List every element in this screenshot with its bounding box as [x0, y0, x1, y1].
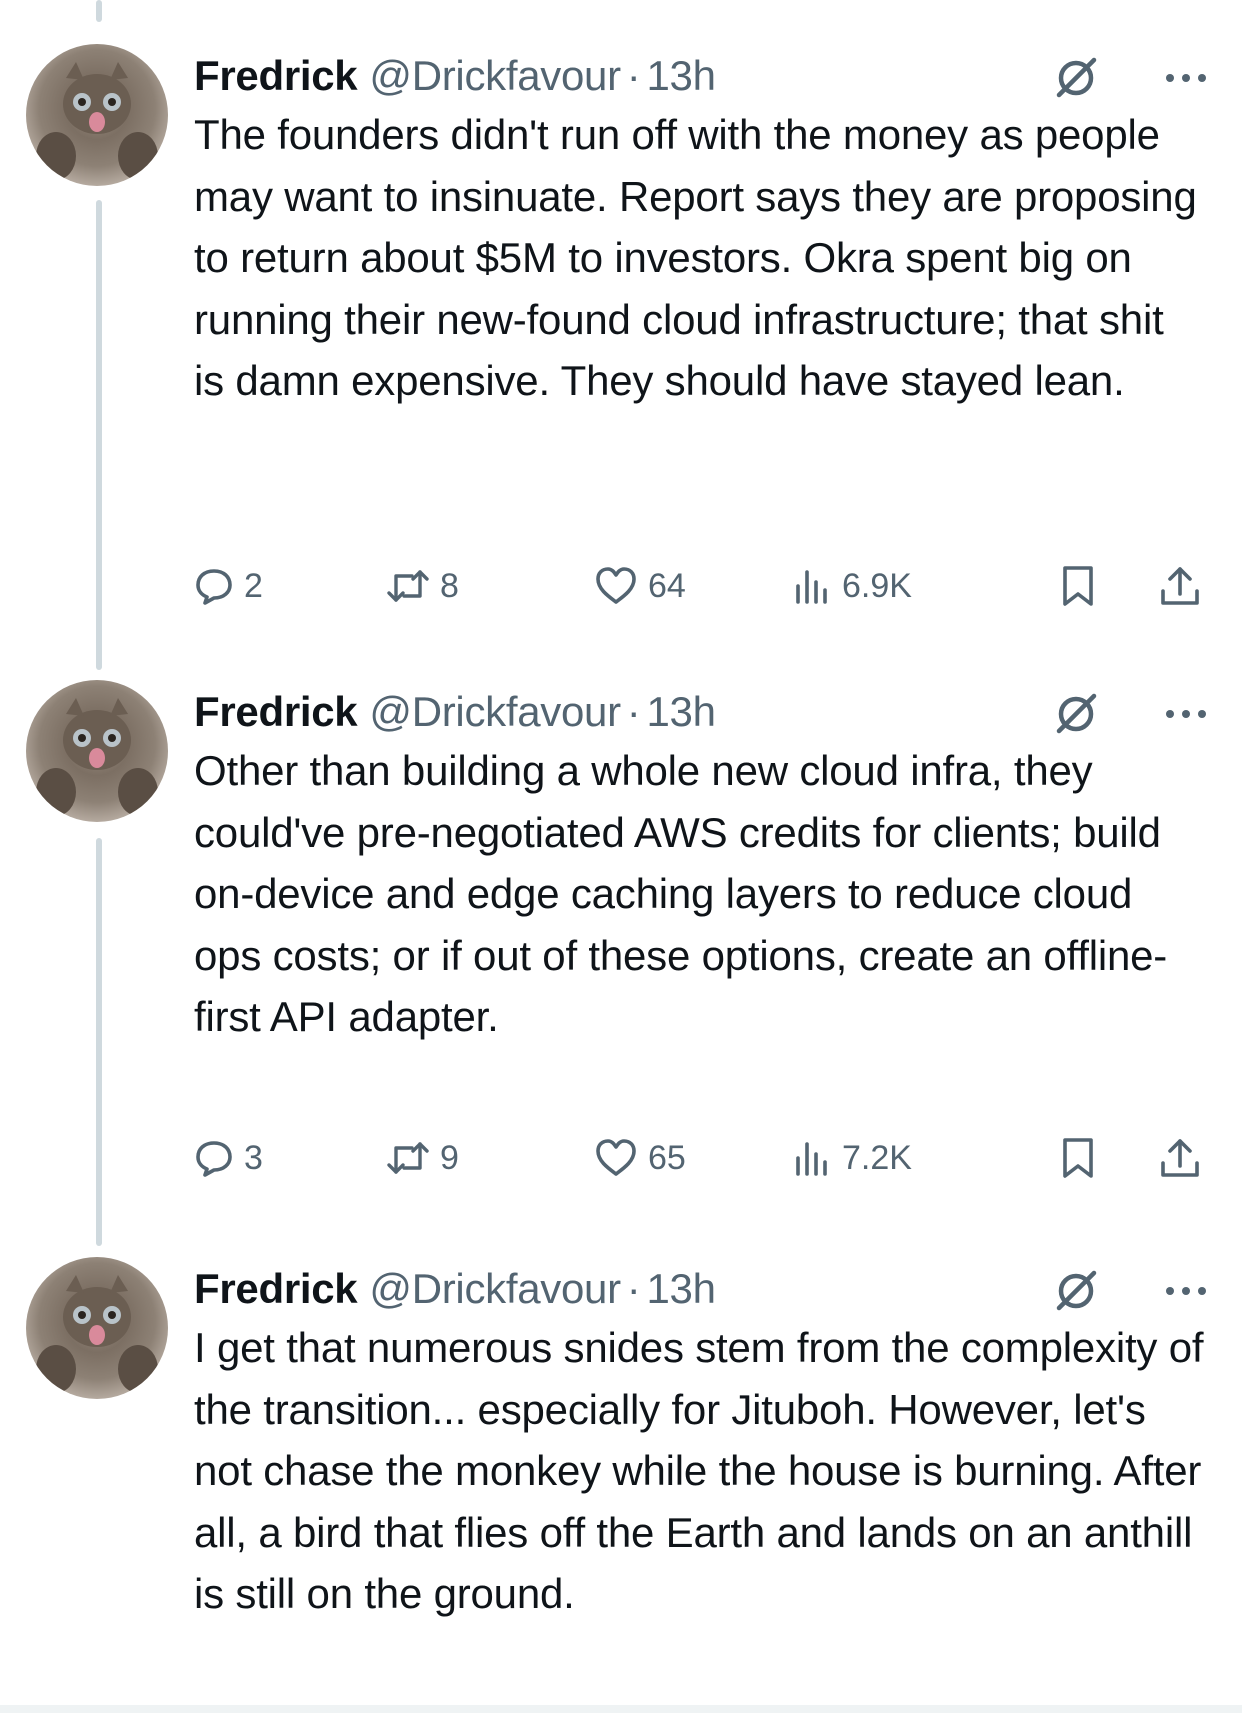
bottom-divider: [0, 1705, 1242, 1713]
heart-icon: [596, 1139, 636, 1176]
header-separator: ·: [626, 688, 641, 735]
tweet-timestamp[interactable]: 13h: [646, 1265, 715, 1313]
tweet-text: The founders didn't run off with the mon…: [194, 111, 1197, 404]
share-icon: [1161, 1139, 1199, 1177]
bookmark-button[interactable]: [1058, 1128, 1098, 1188]
views-count: 6.9K: [842, 566, 912, 605]
author-handle[interactable]: @Drickfavour: [369, 688, 621, 736]
tweet[interactable]: Fredrick @Drickfavour · 13h Other than b…: [0, 680, 1242, 1200]
views-count: 7.2K: [842, 1138, 912, 1177]
tweet-timestamp[interactable]: 13h: [646, 52, 715, 100]
heart-icon: [596, 567, 636, 604]
tweet-text: Other than building a whole new cloud in…: [194, 747, 1168, 1040]
more-options-icon[interactable]: [1156, 52, 1216, 104]
bookmark-button[interactable]: [1058, 556, 1098, 616]
tweet-header: Fredrick @Drickfavour · 13h: [194, 680, 716, 744]
more-options-icon[interactable]: [1156, 1265, 1216, 1317]
repost-count: 9: [440, 1138, 459, 1177]
cat-avatar-icon: [36, 698, 158, 816]
grok-icon[interactable]: [1050, 52, 1102, 104]
bookmark-icon: [1063, 566, 1093, 606]
reply-count: 3: [244, 1138, 263, 1177]
like-button[interactable]: 64: [594, 556, 686, 616]
header-separator: ·: [626, 1265, 641, 1312]
like-count: 65: [648, 1138, 686, 1177]
repost-button[interactable]: 8: [386, 556, 459, 616]
reply-button[interactable]: 3: [194, 1128, 263, 1188]
share-icon: [1161, 567, 1199, 605]
grok-icon[interactable]: [1050, 688, 1102, 740]
author-avatar[interactable]: [26, 680, 168, 822]
cat-avatar-icon: [36, 1275, 158, 1393]
repost-button[interactable]: 9: [386, 1128, 459, 1188]
tweet[interactable]: Fredrick @Drickfavour · 13h I get that n…: [0, 1257, 1242, 1705]
repost-icon: [387, 570, 429, 602]
tweet-actions-bar: 2 8 64 6.9K: [194, 556, 1214, 616]
tweet[interactable]: Fredrick @Drickfavour · 13h The founders…: [0, 44, 1242, 644]
header-separator: ·: [626, 52, 641, 99]
author-display-name[interactable]: Fredrick: [194, 52, 358, 100]
views-button[interactable]: 6.9K: [792, 556, 912, 616]
tweet-timestamp[interactable]: 13h: [646, 688, 715, 736]
tweet-text: I get that numerous snides stem from the…: [194, 1324, 1204, 1617]
like-button[interactable]: 65: [594, 1128, 686, 1188]
more-options-icon[interactable]: [1156, 688, 1216, 740]
tweet-actions-bar: 3 9 65 7.2K: [194, 1128, 1214, 1188]
views-button[interactable]: 7.2K: [792, 1128, 912, 1188]
tweet-header: Fredrick @Drickfavour · 13h: [194, 1257, 716, 1321]
share-button[interactable]: [1158, 556, 1202, 616]
author-display-name[interactable]: Fredrick: [194, 1265, 358, 1313]
views-icon: [796, 570, 827, 604]
reply-icon: [196, 569, 232, 605]
thread-connector-line: [96, 0, 102, 22]
repost-count: 8: [440, 566, 459, 605]
repost-icon: [387, 1142, 429, 1174]
author-handle[interactable]: @Drickfavour: [369, 52, 621, 100]
bookmark-icon: [1063, 1138, 1093, 1178]
views-icon: [796, 1142, 827, 1176]
author-avatar[interactable]: [26, 44, 168, 186]
reply-button[interactable]: 2: [194, 556, 263, 616]
cat-avatar-icon: [36, 62, 158, 180]
author-avatar[interactable]: [26, 1257, 168, 1399]
author-display-name[interactable]: Fredrick: [194, 688, 358, 736]
tweet-header: Fredrick @Drickfavour · 13h: [194, 44, 716, 108]
reply-icon: [196, 1141, 232, 1177]
reply-count: 2: [244, 566, 263, 605]
like-count: 64: [648, 566, 686, 605]
author-handle[interactable]: @Drickfavour: [369, 1265, 621, 1313]
share-button[interactable]: [1158, 1128, 1202, 1188]
grok-icon[interactable]: [1050, 1265, 1102, 1317]
